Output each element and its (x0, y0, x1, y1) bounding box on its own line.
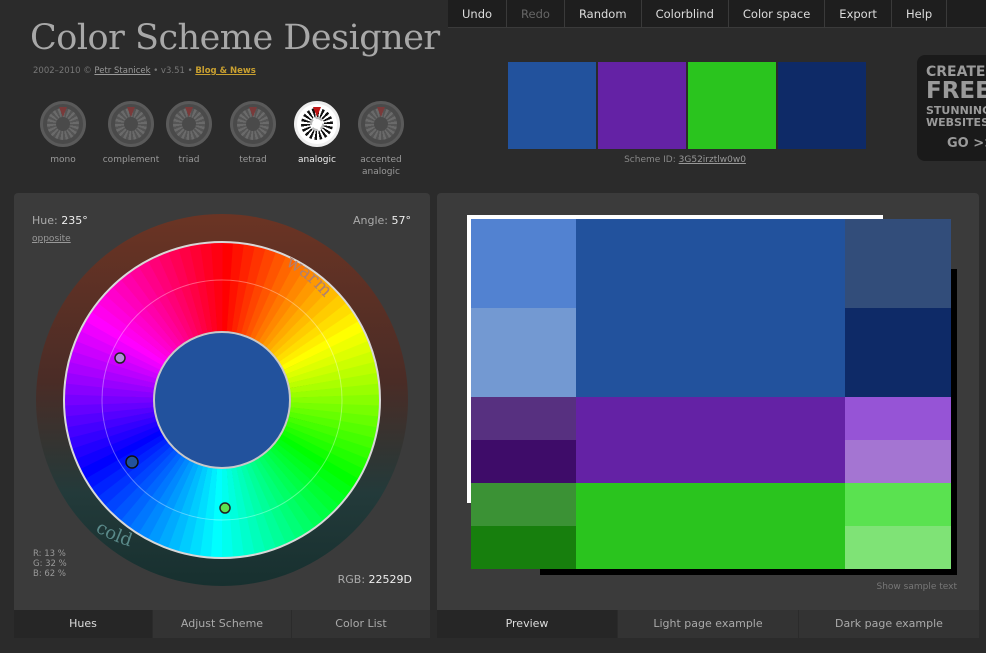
preview-right-swatch[interactable] (845, 308, 951, 397)
menu-help[interactable]: Help (892, 0, 948, 28)
preview-right-swatch[interactable] (845, 526, 951, 569)
swatch-primary[interactable] (508, 62, 596, 149)
preview-right-swatch[interactable] (845, 440, 951, 483)
hue-handle-tertiary[interactable] (219, 502, 231, 514)
scheme-type-tetrad[interactable]: tetrad (220, 101, 286, 166)
preview-canvas (467, 215, 957, 575)
ad-line: STUNNING (926, 104, 986, 117)
menu-redo[interactable]: Redo (507, 0, 565, 28)
preview-swatch-grid (471, 219, 951, 569)
hue-readout: Hue: 235° (32, 214, 88, 227)
app-title: Color Scheme Designer (30, 18, 440, 58)
swatch-complement[interactable] (778, 62, 866, 149)
rgb-readout: RGB: 22529D (338, 573, 412, 586)
scheme-type-analogic[interactable]: analogic (284, 101, 350, 166)
version-text: • v3.51 • (153, 66, 193, 76)
mono-dial-icon (40, 101, 86, 147)
scheme-type-label: triad (178, 155, 200, 165)
blog-link[interactable]: Blog & News (195, 66, 255, 76)
ad-line: CREATE (926, 64, 986, 80)
blue-percent: B: 62 % (33, 569, 66, 579)
credit-years: 2002–2010 © (33, 66, 92, 76)
scheme-id-label: Scheme ID: (624, 155, 676, 165)
menu-undo[interactable]: Undo (448, 0, 508, 28)
menu-export[interactable]: Export (825, 0, 892, 28)
scheme-type-label: accented analogic (360, 155, 402, 177)
ad-line: FREE (926, 78, 986, 104)
preview-left-swatch[interactable] (471, 440, 576, 483)
angle-label: Angle: (352, 214, 388, 227)
tetrad-dial-icon (230, 101, 276, 147)
preview-main-swatch[interactable] (576, 397, 845, 483)
tab-light-page-example[interactable]: Light page example (617, 610, 798, 638)
preview-left-swatch[interactable] (471, 397, 576, 440)
preview-left-swatch[interactable] (471, 526, 576, 569)
scheme-type-complement[interactable]: complement (98, 101, 164, 166)
left-tabs: Hues Adjust Scheme Color List (14, 610, 430, 638)
ad-go-link[interactable]: GO >> (926, 137, 986, 150)
credit-line: 2002–2010 © Petr Stanicek • v3.51 • Blog… (33, 66, 256, 76)
scheme-type-mono[interactable]: mono (30, 101, 96, 166)
menu-color-space[interactable]: Color space (729, 0, 826, 28)
scheme-type-label: mono (50, 155, 76, 165)
swatch-secondary-a[interactable] (598, 62, 686, 149)
hue-label: Hue: (32, 214, 58, 227)
scheme-color-strip (508, 62, 868, 149)
ad-line: WEBSITES (926, 116, 986, 129)
opposite-link[interactable]: opposite (32, 234, 71, 244)
tab-preview[interactable]: Preview (437, 610, 617, 638)
preview-panel: Show sample text Preview Light page exam… (437, 193, 979, 638)
preview-right-swatch[interactable] (845, 219, 951, 308)
scheme-id-link[interactable]: 3G52irztlw0w0 (679, 155, 746, 165)
tab-hues[interactable]: Hues (14, 610, 152, 638)
rgb-percentages: R: 13 % G: 32 % B: 62 % (33, 549, 67, 579)
menu-random[interactable]: Random (565, 0, 642, 28)
hue-value: 235° (61, 214, 88, 227)
preview-main-swatch[interactable] (576, 219, 845, 397)
hue-handle-primary[interactable] (125, 455, 139, 469)
preview-left-swatch[interactable] (471, 308, 576, 397)
rgb-label: RGB: (337, 573, 366, 586)
preview-left-swatch[interactable] (471, 483, 576, 526)
rgb-value: 22529D (368, 573, 412, 586)
tab-adjust-scheme[interactable]: Adjust Scheme (152, 610, 291, 638)
triad-dial-icon (166, 101, 212, 147)
scheme-type-label: tetrad (239, 155, 267, 165)
green-percent: G: 32 % (33, 559, 67, 569)
scheme-type-accented-analogic[interactable]: accented analogic (348, 101, 414, 178)
tab-dark-page-example[interactable]: Dark page example (798, 610, 979, 638)
red-percent: R: 13 % (33, 549, 66, 559)
angle-readout: Angle: 57° (353, 214, 411, 227)
scheme-type-label: analogic (298, 155, 336, 165)
accented-analogic-dial-icon (358, 101, 404, 147)
swatch-secondary-b[interactable] (688, 62, 776, 149)
scheme-type-label: complement (102, 155, 160, 165)
show-sample-text-link[interactable]: Show sample text (877, 582, 958, 592)
ad-banner[interactable]: CREATE FREE STUNNING WEBSITES GO >> (917, 55, 986, 161)
menu-colorblind[interactable]: Colorblind (642, 0, 729, 28)
right-tabs: Preview Light page example Dark page exa… (437, 610, 979, 638)
preview-left-swatch[interactable] (471, 219, 576, 308)
analogic-dial-icon (294, 101, 340, 147)
color-wheel[interactable]: warm cold (35, 213, 410, 588)
complement-dial-icon (108, 101, 154, 147)
menu-bar: Undo Redo Random Colorblind Color space … (448, 0, 986, 28)
tab-color-list[interactable]: Color List (291, 610, 430, 638)
scheme-type-triad[interactable]: triad (156, 101, 222, 166)
preview-right-swatch[interactable] (845, 483, 951, 526)
preview-main-swatch[interactable] (576, 483, 845, 569)
scheme-id: Scheme ID: 3G52irztlw0w0 (508, 155, 862, 165)
hue-panel: warm cold Hue: 235° opposite Angle: 57° … (14, 193, 430, 638)
angle-value: 57° (391, 214, 412, 227)
hue-handle-secondary[interactable] (114, 352, 126, 364)
center-color-preview (153, 331, 291, 469)
preview-right-swatch[interactable] (845, 397, 951, 440)
author-link[interactable]: Petr Stanicek (94, 66, 150, 76)
